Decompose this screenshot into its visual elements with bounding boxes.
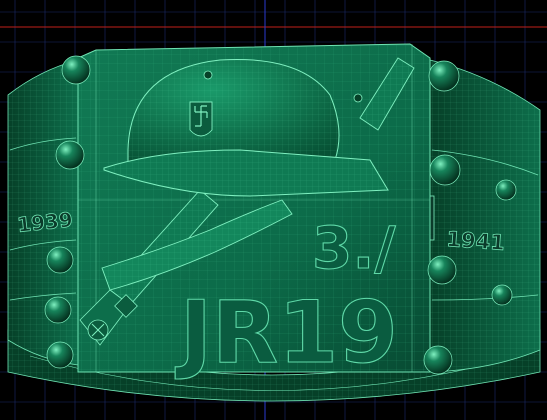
right-side-year: 1941 <box>446 227 506 255</box>
stud-icon <box>495 179 517 201</box>
stud-icon <box>427 255 457 285</box>
3d-viewport[interactable]: 1939 1941 3./ JR19 <box>0 0 547 420</box>
stud-icon <box>429 154 461 186</box>
stud-icon <box>423 345 453 375</box>
ring-right-side: 1941 <box>427 59 541 373</box>
scene-canvas[interactable]: 1939 1941 3./ JR19 <box>0 0 547 420</box>
stud-icon <box>55 140 85 170</box>
stud-icon <box>491 284 513 306</box>
stud-icon <box>61 55 91 85</box>
front-line-2: JR19 <box>175 283 398 383</box>
stud-icon <box>46 246 74 274</box>
front-line-1: 3./ <box>312 214 396 282</box>
stud-icon <box>428 60 460 92</box>
stud-icon <box>44 296 72 324</box>
stud-icon <box>46 341 74 369</box>
